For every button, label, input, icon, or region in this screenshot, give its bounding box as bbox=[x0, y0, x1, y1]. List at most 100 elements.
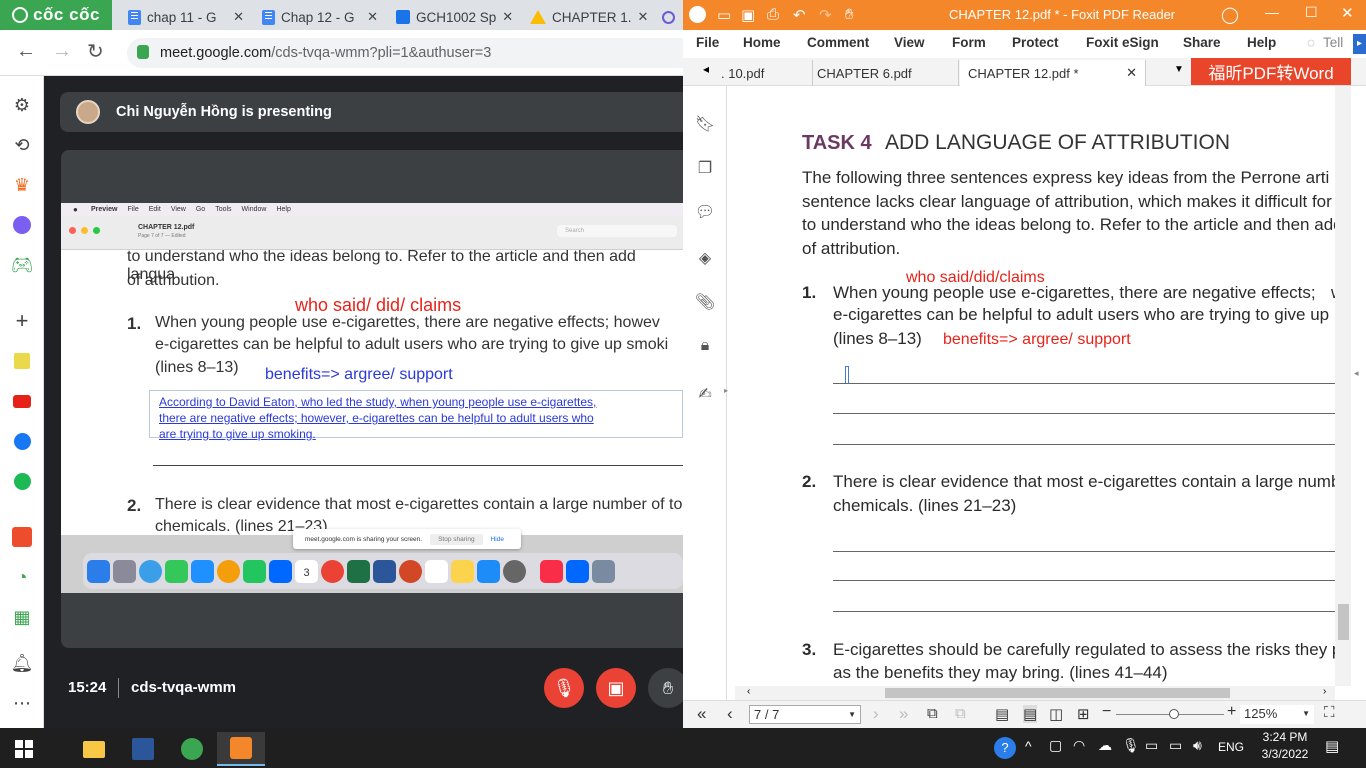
zoom-level-field[interactable]: 125% ▼ bbox=[1240, 705, 1314, 724]
back-arrow-icon[interactable]: ← bbox=[16, 40, 36, 63]
menu-protect[interactable]: Protect bbox=[1012, 35, 1059, 50]
forward-arrow-icon[interactable]: → bbox=[52, 40, 72, 63]
file-explorer-button[interactable] bbox=[70, 732, 118, 766]
clock[interactable]: 3:24 PM 3/3/2022 bbox=[1252, 730, 1318, 761]
doc-tab-chapter6[interactable]: CHAPTER 6.pdf bbox=[809, 60, 959, 86]
tab-chap-12[interactable]: Chap 12 - G ✕ bbox=[254, 4, 386, 30]
save-icon[interactable]: ▣ bbox=[741, 6, 755, 24]
minimize-button[interactable]: — bbox=[1265, 4, 1279, 20]
mic-off-button[interactable]: 🎙︎ bbox=[544, 668, 584, 708]
network-icon[interactable]: ◠ bbox=[1073, 737, 1085, 754]
history-icon[interactable]: ⟲ bbox=[11, 134, 33, 156]
shopee-icon[interactable] bbox=[11, 526, 33, 548]
layers-icon[interactable]: ◈ bbox=[695, 248, 715, 268]
horizontal-scrollbar[interactable]: ‹ › bbox=[735, 686, 1335, 700]
menu-view[interactable]: View bbox=[894, 35, 925, 50]
coccoc-map-icon[interactable]: ◔ bbox=[11, 566, 33, 588]
menu-share[interactable]: Share bbox=[1183, 35, 1221, 50]
expand-panel-icon[interactable]: ▸ bbox=[724, 386, 728, 395]
fullscreen-icon[interactable]: ⛶ bbox=[1324, 704, 1335, 721]
language-indicator[interactable]: ENG bbox=[1218, 740, 1244, 754]
facebook-icon[interactable] bbox=[11, 430, 33, 452]
close-icon[interactable]: ✕ bbox=[502, 9, 513, 25]
print-icon[interactable]: ⎙ bbox=[767, 6, 779, 23]
collapse-right-icon[interactable]: ◂ bbox=[1354, 368, 1359, 379]
open-folder-icon[interactable]: ▭ bbox=[717, 6, 731, 24]
account-icon[interactable]: ◯ bbox=[1221, 5, 1239, 25]
tab-gch1002[interactable]: GCH1002 Sp ✕ bbox=[388, 4, 520, 30]
vertical-scrollbar[interactable] bbox=[1335, 86, 1351, 686]
ribbon-scroll-right-icon[interactable]: ▸ bbox=[1353, 34, 1366, 54]
zoom-in-icon[interactable]: + bbox=[1227, 703, 1236, 721]
menu-foxit-esign[interactable]: Foxit eSign bbox=[1086, 35, 1159, 50]
display-icon[interactable]: ▭ bbox=[1145, 737, 1158, 754]
settings-gear-icon[interactable]: ⚙ bbox=[11, 94, 33, 116]
table-icon[interactable]: ▦ bbox=[11, 606, 33, 628]
add-icon[interactable]: + bbox=[11, 308, 33, 333]
text-cursor[interactable] bbox=[845, 366, 849, 384]
menu-file[interactable]: File bbox=[696, 35, 719, 50]
coccoc-button[interactable] bbox=[168, 732, 216, 766]
zoom-out-icon[interactable]: − bbox=[1102, 703, 1111, 721]
messenger-icon[interactable] bbox=[11, 214, 33, 236]
maximize-button[interactable]: ☐ bbox=[1305, 4, 1318, 21]
attachment-icon[interactable]: 📎︎ bbox=[695, 292, 715, 312]
prev-page-icon[interactable]: ‹ bbox=[727, 704, 733, 724]
foxit-button[interactable] bbox=[217, 732, 265, 766]
more-dots-icon[interactable]: ⋯ bbox=[11, 692, 33, 714]
chevron-up-icon[interactable]: ^ bbox=[1025, 738, 1032, 754]
comment-icon[interactable]: 💬︎ bbox=[695, 202, 715, 222]
meet-now-icon[interactable]: ▢ bbox=[1049, 737, 1062, 754]
close-icon[interactable]: ✕ bbox=[367, 9, 378, 25]
bookmark-icon[interactable]: 🔖︎ bbox=[695, 114, 715, 134]
signature-pen-icon[interactable]: ✍︎ bbox=[695, 384, 715, 404]
volume-icon[interactable]: 🔊︎ bbox=[1193, 737, 1202, 754]
help-icon[interactable]: ? bbox=[994, 737, 1016, 759]
hand-tool-icon[interactable]: ✋︎ bbox=[845, 6, 854, 23]
pages-icon[interactable]: ❐ bbox=[695, 158, 715, 178]
word-button[interactable] bbox=[119, 732, 167, 766]
close-icon[interactable]: ✕ bbox=[638, 9, 649, 25]
doc-tab-10[interactable]: . 10.pdf bbox=[713, 60, 813, 86]
facing-page-icon[interactable]: ◫ bbox=[1049, 705, 1063, 723]
coccoc-brand-button[interactable]: cốc cốc bbox=[0, 0, 112, 30]
tell-me-search[interactable]: Tell bbox=[1323, 35, 1343, 50]
security-lock-icon[interactable]: 🔒︎ bbox=[695, 336, 715, 356]
menu-form[interactable]: Form bbox=[952, 35, 986, 50]
scroll-left-icon[interactable]: ‹ bbox=[747, 686, 750, 697]
tabs-scroll-left-icon[interactable]: ◂ bbox=[703, 62, 709, 76]
last-page-icon[interactable]: » bbox=[899, 704, 908, 724]
tabs-dropdown-icon[interactable]: ▼ bbox=[1174, 64, 1184, 75]
next-page-icon[interactable]: › bbox=[873, 704, 879, 724]
zoom-slider-knob[interactable] bbox=[1169, 709, 1179, 719]
microphone-icon[interactable]: 🎙︎ bbox=[1122, 737, 1140, 754]
close-button[interactable]: ✕ bbox=[1341, 4, 1354, 22]
close-icon[interactable]: ✕ bbox=[1126, 65, 1137, 81]
tab-extra[interactable] bbox=[656, 4, 683, 30]
scroll-right-icon[interactable]: › bbox=[1323, 686, 1326, 697]
raise-hand-button[interactable]: ✋︎ bbox=[648, 668, 683, 708]
crown-icon[interactable]: ♛ bbox=[11, 174, 33, 196]
reload-icon[interactable]: ↻ bbox=[87, 39, 104, 64]
onedrive-icon[interactable]: ☁ bbox=[1098, 737, 1112, 754]
horizontal-scroll-thumb[interactable] bbox=[885, 688, 1230, 698]
close-icon[interactable]: ✕ bbox=[233, 9, 244, 25]
menu-comment[interactable]: Comment bbox=[807, 35, 869, 50]
continuous-page-icon[interactable]: ▤ bbox=[1023, 705, 1038, 723]
redo-icon[interactable]: ↷ bbox=[819, 6, 832, 24]
tab-chap-11[interactable]: chap 11 - G ✕ bbox=[120, 4, 252, 30]
continuous-facing-icon[interactable]: ⊞ bbox=[1077, 705, 1090, 723]
tab-chapter-drive[interactable]: CHAPTER 1. ✕ bbox=[522, 4, 654, 30]
undo-icon[interactable]: ↶ bbox=[793, 6, 806, 24]
battery-icon[interactable]: ▭ bbox=[1169, 737, 1182, 754]
notification-icon[interactable]: ▤ bbox=[1325, 737, 1339, 755]
start-button[interactable] bbox=[0, 732, 48, 766]
menu-home[interactable]: Home bbox=[743, 35, 781, 50]
spotify-icon[interactable] bbox=[11, 470, 33, 492]
bell-icon[interactable]: 🔔︎ bbox=[11, 652, 34, 674]
first-page-icon[interactable]: « bbox=[697, 704, 706, 724]
gamepad-icon[interactable]: 🎮︎ bbox=[11, 254, 34, 276]
notes-icon[interactable] bbox=[11, 350, 33, 372]
url-field[interactable]: meet.google.com/cds-tvqa-wmm?pli=1&authu… bbox=[127, 38, 683, 68]
single-page-icon[interactable]: ▤ bbox=[995, 705, 1009, 723]
